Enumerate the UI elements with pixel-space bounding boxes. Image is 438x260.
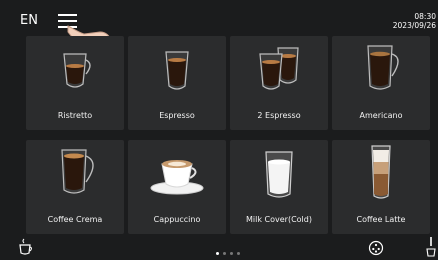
drink-tile-ristretto[interactable]: Ristretto [26,36,124,130]
date-text: 2023/09/26 [392,21,436,30]
page-dot[interactable] [230,252,233,255]
drink-tile-2-espresso[interactable]: 2 Espresso [230,36,328,130]
language-button[interactable]: EN [20,13,38,28]
pagination-dots [216,240,244,259]
top-bar: EN 08:30 2023/09/26 [0,0,438,47]
page-dot[interactable] [216,252,219,255]
hot-water-icon[interactable] [424,236,438,258]
page-dot[interactable] [237,252,240,255]
time-text: 08:30 [414,12,436,21]
drink-tile-cappuccino[interactable]: Cappuccino [128,140,226,234]
drink-tile-americano[interactable]: Americano [332,36,430,130]
drink-label: Cappuccino [153,215,201,224]
drink-label: 2 Espresso [257,111,301,120]
drink-label: Milk Cover(Cold) [246,215,312,224]
drink-grid: Ristretto Espresso 2 Espresso Americano [26,36,430,234]
drink-label: Coffee Latte [356,215,406,224]
drink-tile-espresso[interactable]: Espresso [128,36,226,130]
drink-tile-coffee-latte[interactable]: Coffee Latte [332,140,430,234]
drink-label: Americano [359,111,403,120]
settings-dial-icon[interactable] [368,240,384,256]
drink-label: Espresso [159,111,195,120]
cup-steam-icon[interactable] [18,238,34,256]
page-dot[interactable] [223,252,226,255]
drink-label: Coffee Crema [47,215,103,224]
drink-tile-milk-cover-cold[interactable]: Milk Cover(Cold) [230,140,328,234]
drink-label: Ristretto [57,111,93,120]
bottom-bar [0,236,438,260]
drink-tile-coffee-crema[interactable]: Coffee Crema [26,140,124,234]
clock: 08:30 2023/09/26 [393,12,436,30]
